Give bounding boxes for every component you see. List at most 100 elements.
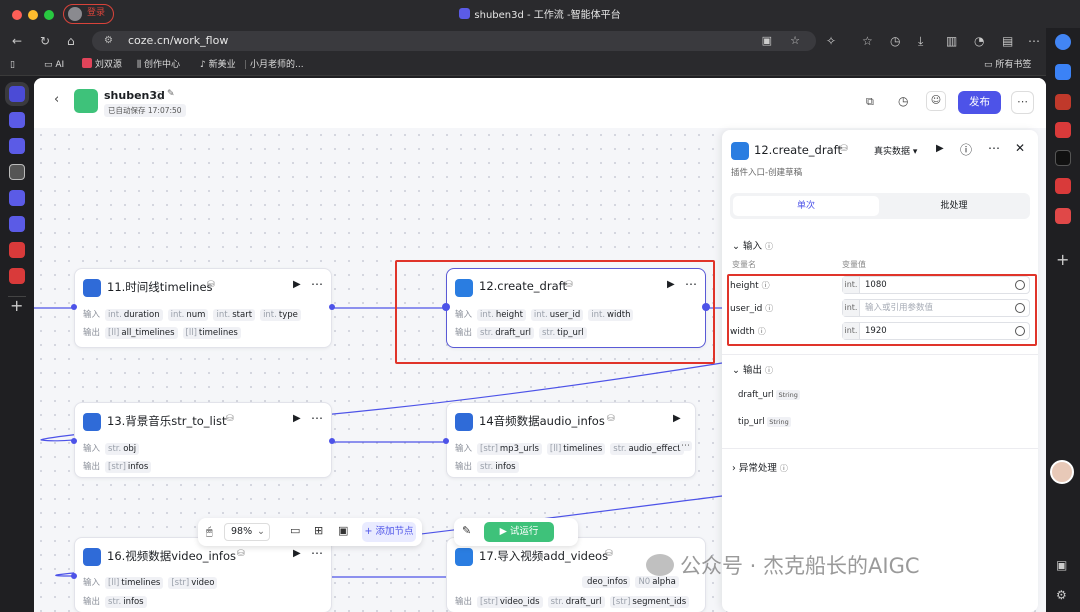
error-handling-header[interactable]: › 异常处理 ⓘ [732,460,788,474]
red-app-2-icon[interactable] [1055,178,1071,194]
bookmark-xiaoyue[interactable]: 小月老师的... [250,58,304,72]
all-bookmarks[interactable]: ▭ 所有书签 [984,58,1031,72]
output-section-label: 输出 [742,365,762,376]
download-icon[interactable]: ⤓ [918,34,923,48]
highlight-box-node [395,260,715,364]
input-port[interactable] [71,573,77,579]
publish-button[interactable]: 发布 [958,91,1001,114]
bookmark-divider: | [244,60,248,70]
output-port[interactable] [329,438,335,444]
google-icon[interactable] [1055,34,1071,50]
input-port[interactable] [71,304,77,310]
output-tip-url: tip_url String [738,417,791,427]
performance-icon[interactable]: ◔ [974,34,984,48]
output-section-header[interactable]: ⌄ 输出 ⓘ [732,362,773,376]
node-14-audio-infos[interactable]: 14音频数据audio_infos ⛁ ▶ 输入 [str] mp3_urls [ll… [443,402,696,478]
tab-red-2-icon[interactable] [9,268,25,284]
xiaohongshu-icon[interactable] [1055,208,1071,224]
tab-single[interactable]: 单次 [733,196,879,216]
cast-icon[interactable]: ▣ [762,31,772,51]
bookmark-xinmeiye[interactable]: ♪ 新美业 [200,58,236,72]
tab-coze-5-icon[interactable] [9,216,25,232]
output-port[interactable] [329,304,335,310]
run-node-icon[interactable]: ▶ [293,548,301,559]
minimap-icon[interactable]: ▣ [338,524,348,537]
tab-coze-active-icon[interactable] [9,86,25,102]
node-more-icon[interactable]: ⋯ [311,411,324,425]
tab-coze-3-icon[interactable] [9,138,25,154]
assistant-avatar[interactable] [1050,460,1074,484]
add-sidebar-icon[interactable]: + [1056,250,1069,269]
back-icon[interactable]: ← [12,34,22,48]
run-node-icon[interactable]: ▶ [673,413,681,424]
new-tab-icon[interactable]: + [10,296,23,315]
tab-coze-4-icon[interactable] [9,190,25,206]
workflow-header: ‹ shuben3d ⓘ ✎ 已自动保存 17:07:50 ⧉ ◷ ☺ 发布 ⋯ [34,78,1046,128]
back-arrow-icon[interactable]: ‹ [54,92,59,107]
node-title: 14音频数据audio_infos [479,414,605,428]
tab-red-1-icon[interactable] [9,242,25,258]
panel-tag-icon: ⛁ [840,144,848,154]
comment-icon[interactable]: ▭ [290,524,300,537]
bookmark-star-icon[interactable]: ☆ [790,31,800,51]
split-view-icon[interactable]: ▥ [946,34,957,48]
home-icon[interactable]: ⌂ [67,34,75,48]
copy-icon[interactable]: ⧉ [866,95,874,109]
help-icon[interactable]: ⓘ [960,141,972,158]
red-app-icon[interactable] [1055,122,1071,138]
node-11-timelines[interactable]: 11.时间线timelines ⛁ ▶ ⋯ 输入 int. duration int.… [71,268,335,348]
run-panel-icon[interactable]: ▶ [936,143,944,154]
bookmark-liushuangyuan[interactable]: 刘双源 [82,58,122,72]
run-node-icon[interactable]: ▶ [293,413,301,424]
node-13-str-to-list[interactable]: 13.背景音乐str_to_list ⛁ ▶ ⋯ 输入 str. obj 输出 [st… [71,402,335,478]
collaborator-icon[interactable]: ☺ [926,91,946,111]
test-run-button[interactable]: ▶ 试运行 [484,522,554,542]
edit-icon[interactable]: ✎ [167,89,175,99]
extension-icon[interactable]: ✧ [826,34,836,48]
wallet-icon[interactable]: ▤ [1002,34,1013,48]
menu-icon[interactable]: ⋯ [1028,34,1040,48]
bookmark-creation-center[interactable]: ⫼ 创作中心 [137,58,180,72]
history-version-icon[interactable]: ◷ [898,94,908,108]
tiktok-icon[interactable] [1055,150,1071,166]
mouse-mode-icon[interactable]: 🖱 [206,525,213,539]
layout-icon[interactable]: ⊞ [314,524,323,537]
site-info-icon[interactable]: ⚙ [104,31,113,51]
plugin-icon [83,279,101,297]
settings-icon[interactable]: ⚙ [1056,588,1067,602]
divider [722,354,1038,355]
run-node-icon[interactable]: ▶ [293,279,301,290]
debug-tool-icon[interactable]: ✎ [462,524,471,537]
data-mode-select[interactable]: 真实数据 ▾ [874,144,917,157]
add-node-button[interactable]: + 添加节点 [362,522,416,542]
favorites-icon[interactable]: ☆ [862,34,873,48]
sidebar-layout-icon[interactable]: ▣ [1056,558,1067,572]
address-bar[interactable]: ⚙ coze.cn/work_flow ▣ ☆ [92,31,816,51]
input-port[interactable] [443,438,449,444]
close-panel-icon[interactable]: ✕ [1015,141,1025,155]
tab-batch[interactable]: 批处理 [881,196,1027,216]
output-type: String [767,417,791,427]
panel-more-icon[interactable]: ⋯ [988,141,1000,155]
col-name: 变量名 [732,260,756,269]
node-more-icon[interactable]: ⋯ [311,277,324,291]
node-more-icon[interactable]: ⋯ [311,546,324,560]
history-icon[interactable]: ◷ [890,34,900,48]
bookmark-liushuangyuan-label: 刘双源 [94,60,122,70]
node-16-video-infos[interactable]: 16.视频数据video_infos ⛁ ▶ ⋯ 输入 [ll] timelines… [71,537,332,612]
input-section-header[interactable]: ⌄ 输入 ⓘ [732,238,773,252]
node-tag-icon: ⛁ [207,280,215,290]
sidebar-toggle-icon[interactable]: ▯ [10,58,15,72]
shopping-icon[interactable] [1055,64,1071,80]
more-inputs-icon[interactable]: ⋯ [679,441,692,451]
node-tag-icon: ⛁ [605,549,613,559]
info-icon[interactable]: ⓘ [155,89,164,102]
zoom-select[interactable]: 98% ⌄ [224,523,270,541]
reload-icon[interactable]: ↻ [40,34,50,48]
tab-page-icon[interactable] [9,164,25,180]
input-port[interactable] [71,438,77,444]
bookmark-ai[interactable]: ▭ AI [44,58,64,72]
more-options-icon[interactable]: ⋯ [1011,91,1034,114]
tab-coze-2-icon[interactable] [9,112,25,128]
toolbox-icon[interactable] [1055,94,1071,110]
